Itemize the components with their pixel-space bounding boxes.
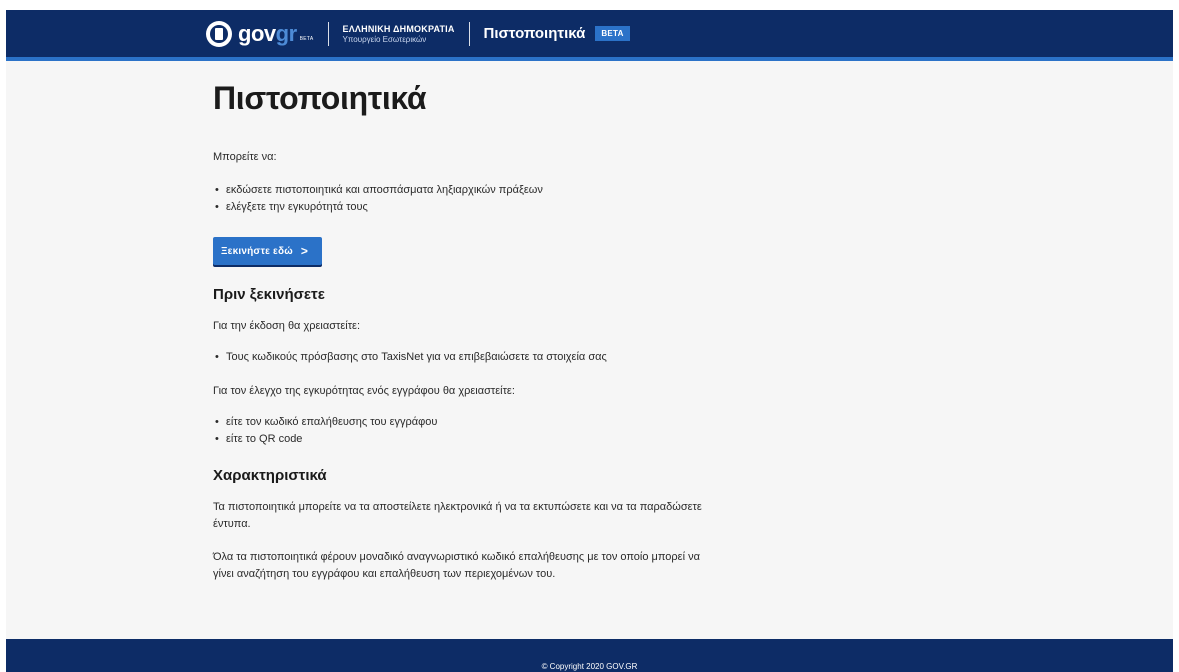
features-paragraph: Όλα τα πιστοποιητικά φέρουν μοναδικό ανα… bbox=[213, 551, 700, 580]
main-content: Πιστοποιητικά Μπορείτε να: εκδώσετε πιστ… bbox=[213, 78, 713, 583]
header-divider bbox=[327, 21, 329, 46]
republic-name: ΕΛΛΗΝΙΚΗ ΔΗΜΟΚΡΑΤΙΑ bbox=[342, 23, 455, 34]
intro-list: εκδώσετε πιστοποιητικά και αποσπάσματα λ… bbox=[213, 182, 713, 216]
start-button-label: Ξεκινήστε εδώ bbox=[221, 245, 293, 257]
logo-main-text: gov bbox=[238, 20, 276, 46]
list-item: εκδώσετε πιστοποιητικά και αποσπάσματα λ… bbox=[213, 182, 713, 199]
features-paragraph: Τα πιστοποιητικά μπορείτε να τα αποστείλ… bbox=[213, 501, 702, 530]
greek-emblem-icon[interactable] bbox=[206, 20, 232, 47]
logo-beta-label: BETA bbox=[299, 35, 314, 42]
page-footer: © Copyright 2020 GOV.GR bbox=[6, 639, 1173, 672]
govgr-logo-text: govgr bbox=[238, 21, 297, 47]
start-button[interactable]: Ξεκινήστε εδώ > bbox=[213, 237, 323, 265]
logo-accent-text: gr bbox=[275, 20, 298, 46]
intro-text: Μπορείτε να: bbox=[213, 151, 277, 163]
issue-requirements-list: Τους κωδικούς πρόσβασης στο TaxisNet για… bbox=[213, 349, 713, 366]
list-item: είτε τον κωδικό επαλήθευσης του εγγράφου bbox=[213, 414, 713, 431]
header-inner: govgr BETA ΕΛΛΗΝΙΚΗ ΔΗΜΟΚΡΑΤΙΑ Υπουργείο… bbox=[206, 10, 630, 57]
page-frame: govgr BETA ΕΛΛΗΝΙΚΗ ΔΗΜΟΚΡΑΤΙΑ Υπουργείο… bbox=[6, 10, 1173, 672]
top-header: govgr BETA ΕΛΛΗΝΙΚΗ ΔΗΜΟΚΡΑΤΙΑ Υπουργείο… bbox=[6, 10, 1173, 57]
ministry-name: Υπουργείο Εσωτερικών bbox=[342, 34, 427, 44]
copyright-text: © Copyright 2020 GOV.GR bbox=[541, 662, 638, 671]
features-heading: Χαρακτηριστικά bbox=[213, 467, 327, 484]
govgr-logo[interactable]: govgr BETA bbox=[238, 21, 314, 47]
service-title-link[interactable]: Πιστοποιητικά bbox=[484, 25, 586, 42]
list-item: Τους κωδικούς πρόσβασης στο TaxisNet για… bbox=[213, 349, 713, 366]
before-you-start-heading: Πριν ξεκινήσετε bbox=[213, 286, 325, 303]
list-item: είτε το QR code bbox=[213, 431, 713, 448]
issue-requirements-text: Για την έκδοση θα χρειαστείτε: bbox=[213, 320, 360, 332]
page-title: Πιστοποιητικά bbox=[213, 80, 427, 116]
header-divider bbox=[468, 21, 470, 46]
header-accent-bar bbox=[6, 57, 1173, 61]
verify-requirements-text: Για τον έλεγχο της εγκυρότητας ενός εγγρ… bbox=[213, 385, 515, 397]
list-item: ελέγξετε την εγκυρότητά τους bbox=[213, 199, 713, 216]
beta-badge: BETA bbox=[595, 26, 630, 41]
chevron-right-icon: > bbox=[300, 244, 309, 258]
republic-block: ΕΛΛΗΝΙΚΗ ΔΗΜΟΚΡΑΤΙΑ Υπουργείο Εσωτερικών bbox=[343, 24, 455, 44]
verify-requirements-list: είτε τον κωδικό επαλήθευσης του εγγράφου… bbox=[213, 414, 713, 448]
